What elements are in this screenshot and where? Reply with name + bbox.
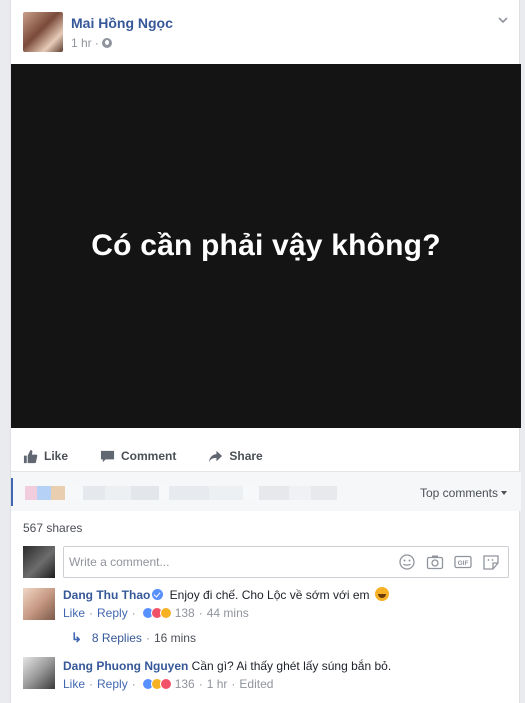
reaction-count[interactable]: 136 [175, 676, 195, 692]
meta-separator: · [94, 36, 99, 50]
gif-icon[interactable]: GIF [454, 554, 472, 570]
comment-like-link[interactable]: Like [63, 676, 85, 692]
comment-composer: GIF [11, 540, 521, 584]
comment-input-wrap: GIF [63, 546, 509, 578]
chevron-down-icon [501, 491, 507, 495]
camera-icon[interactable] [426, 554, 444, 570]
commenter-name[interactable]: Dang Phuong Nguyen [63, 659, 188, 673]
post-photo[interactable]: Có cần phải vậy không? [11, 64, 521, 428]
post-header: Mai Hồng Ngọc 1 hr · [11, 0, 521, 64]
avatar[interactable] [23, 657, 55, 689]
emoji-icon [374, 587, 389, 601]
emoji-icon[interactable] [398, 554, 416, 570]
share-button[interactable]: Share [208, 449, 263, 464]
sticker-icon[interactable] [482, 554, 500, 570]
edited-label[interactable]: Edited [239, 676, 273, 692]
comment-reply-link[interactable]: Reply [97, 605, 128, 621]
comment-icon [100, 450, 115, 462]
reply-arrow-icon: ↳ [71, 630, 82, 645]
top-comments-dropdown[interactable]: Top comments [420, 486, 507, 500]
post-card: Mai Hồng Ngọc 1 hr · Có cần phải vậy khô… [10, 0, 521, 703]
top-comments-label: Top comments [419, 486, 498, 500]
comment-time[interactable]: 1 hr [207, 676, 228, 692]
comment-item: Dang Phuong Nguyen Cần gì? Ai thấy ghét … [11, 655, 521, 699]
reactions-edge [11, 478, 13, 506]
reaction-icons[interactable] [141, 678, 172, 690]
reaction-count[interactable]: 138 [175, 605, 195, 621]
like-button[interactable]: Like [23, 449, 68, 464]
comment-body: Dang Phuong Nguyen Cần gì? Ai thấy ghét … [63, 658, 391, 674]
chevron-down-icon[interactable] [497, 14, 509, 26]
shares-count[interactable]: 567 shares [23, 521, 82, 535]
replies-link[interactable]: 8 Replies [92, 631, 142, 645]
share-icon [209, 450, 223, 462]
comment-reply-link[interactable]: Reply [97, 676, 128, 692]
comment-text: Enjoy đi chế. Cho Lộc về sớm với em [169, 588, 370, 602]
comment-text: Cần gì? Ai thấy ghét lấy súng bắn bỏ. [191, 659, 392, 673]
comment-time[interactable]: 44 mins [207, 605, 249, 621]
like-icon [23, 449, 38, 463]
comment-body: Dang Thu Thao Enjoy đi chế. Cho Lộc về s… [63, 587, 389, 603]
comment-input[interactable] [64, 547, 384, 577]
verified-icon [152, 589, 164, 600]
view-replies[interactable]: ↳ 8 Replies · 16 mins [71, 630, 196, 646]
post-meta: 1 hr · [71, 36, 112, 50]
author-name[interactable]: Mai Hồng Ngọc [71, 15, 173, 31]
avatar[interactable] [23, 588, 55, 620]
comment-item: Dang Thu Thao Enjoy đi chế. Cho Lộc về s… [11, 584, 521, 628]
share-label: Share [229, 449, 263, 463]
avatar [23, 546, 55, 578]
like-label: Like [44, 449, 69, 463]
comment-actions: Like · Reply · 136 · 1 hr · Edited [63, 676, 274, 692]
commenter-name[interactable]: Dang Thu Thao [63, 588, 150, 602]
author-avatar[interactable] [23, 12, 63, 52]
comment-button[interactable]: Comment [100, 449, 176, 464]
comment-label: Comment [121, 449, 177, 463]
reaction-icons[interactable] [141, 607, 172, 619]
svg-text:GIF: GIF [458, 560, 469, 567]
photo-caption: Có cần phải vậy không? [91, 229, 441, 262]
action-bar: Like Comment Share [11, 441, 521, 471]
comment-like-link[interactable]: Like [63, 605, 85, 621]
blurred-reactions [25, 486, 337, 500]
globe-icon[interactable] [101, 38, 112, 48]
comment-actions: Like · Reply · 138 · 44 mins [63, 605, 249, 621]
replies-time: 16 mins [153, 631, 196, 645]
reactions-bar: Top comments [11, 471, 521, 511]
post-time[interactable]: 1 hr [71, 36, 92, 50]
